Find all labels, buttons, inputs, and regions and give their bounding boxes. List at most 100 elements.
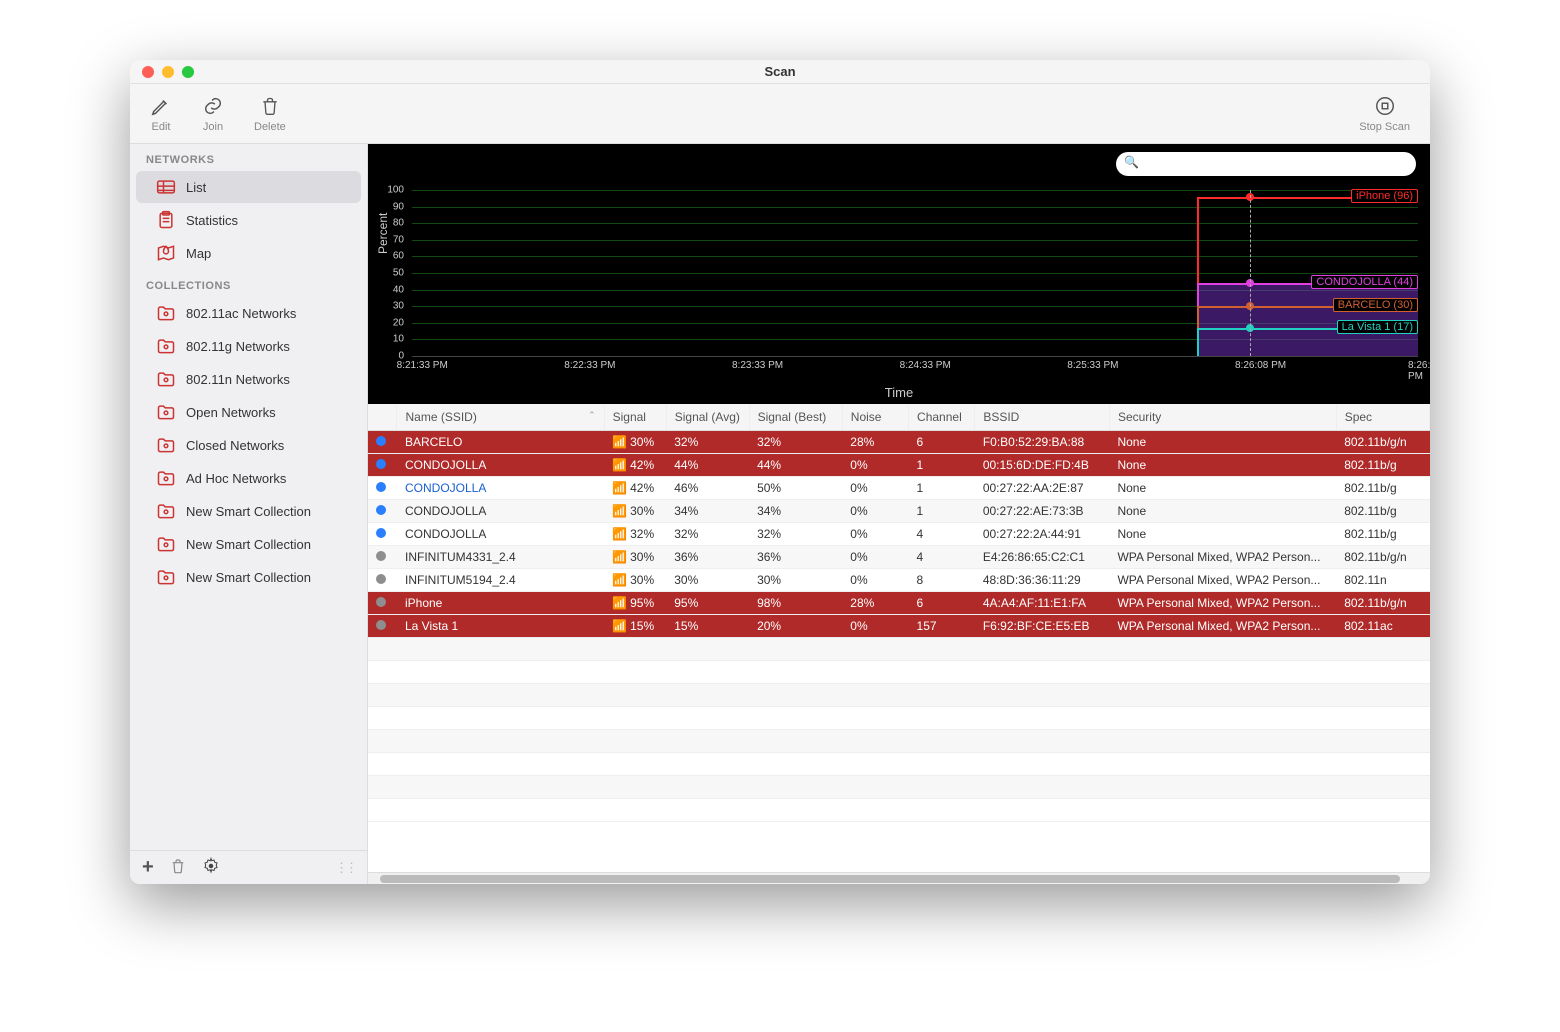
sidebar-item-80211ac[interactable]: 802.11ac Networks <box>136 297 361 329</box>
smart-folder-icon <box>156 435 176 455</box>
sidebar-item-closed-networks[interactable]: Closed Networks <box>136 429 361 461</box>
xtick: 8:23:33 PM <box>732 360 783 371</box>
col-noise[interactable]: Noise <box>842 404 908 431</box>
col-spec[interactable]: Spec <box>1336 404 1429 431</box>
table-row[interactable]: CONDOJOLLA📶42%46%50%0%100:27:22:AA:2E:87… <box>368 477 1430 500</box>
sidebar-item-80211n[interactable]: 802.11n Networks <box>136 363 361 395</box>
status-dot-icon <box>376 482 386 492</box>
window-title: Scan <box>130 64 1430 79</box>
chart-cursor <box>1250 190 1251 356</box>
wifi-icon: 📶 <box>612 596 626 610</box>
table-row[interactable]: BARCELO📶30%32%32%28%6F0:B0:52:29:BA:88No… <box>368 431 1430 454</box>
col-security[interactable]: Security <box>1109 404 1336 431</box>
status-dot-icon <box>376 620 386 630</box>
traffic-lights <box>130 66 194 78</box>
table-row-empty <box>368 730 1430 753</box>
smart-folder-icon <box>156 402 176 422</box>
col-signal[interactable]: Signal <box>604 404 666 431</box>
xtick: 8:24:33 PM <box>900 360 951 371</box>
ytick: 70 <box>393 234 404 245</box>
sidebar-item-80211g[interactable]: 802.11g Networks <box>136 330 361 362</box>
sidebar-item-smart-collection-2[interactable]: New Smart Collection <box>136 528 361 560</box>
maximize-window-button[interactable] <box>182 66 194 78</box>
horizontal-scrollbar[interactable] <box>368 872 1430 884</box>
smart-folder-icon <box>156 567 176 587</box>
table-row[interactable]: La Vista 1📶15%15%20%0%157F6:92:BF:CE:E5:… <box>368 615 1430 638</box>
resize-grip-icon[interactable]: ⋮⋮ <box>335 860 355 876</box>
signal-chart[interactable]: Percent 0102030405060708090100 iPhone (9… <box>368 144 1430 404</box>
table-header-row: Name (SSID)⌃ Signal Signal (Avg) Signal … <box>368 404 1430 431</box>
map-icon <box>156 243 176 263</box>
wifi-icon: 📶 <box>612 458 626 472</box>
sidebar-item-statistics[interactable]: Statistics <box>136 204 361 236</box>
toolbar: Edit Join Delete Stop Scan <box>130 84 1430 144</box>
col-name[interactable]: Name (SSID)⌃ <box>397 404 604 431</box>
series-label: iPhone (96) <box>1351 189 1418 203</box>
status-dot-icon <box>376 505 386 515</box>
titlebar: Scan <box>130 60 1430 84</box>
settings-button[interactable] <box>202 857 220 878</box>
table-row-empty <box>368 776 1430 799</box>
join-button[interactable]: Join <box>202 95 224 133</box>
sort-asc-icon: ⌃ <box>588 410 596 421</box>
table-row[interactable]: CONDOJOLLA📶30%34%34%0%100:27:22:AE:73:3B… <box>368 500 1430 523</box>
table-row[interactable]: INFINITUM4331_2.4📶30%36%36%0%4E4:26:86:6… <box>368 546 1430 569</box>
col-signal-avg[interactable]: Signal (Avg) <box>666 404 749 431</box>
close-window-button[interactable] <box>142 66 154 78</box>
ytick: 50 <box>393 268 404 279</box>
smart-folder-icon <box>156 468 176 488</box>
list-icon <box>156 177 176 197</box>
footer-trash-button[interactable] <box>170 857 186 878</box>
sidebar-item-list[interactable]: List <box>136 171 361 203</box>
sidebar-item-open-networks[interactable]: Open Networks <box>136 396 361 428</box>
wifi-icon: 📶 <box>612 527 626 541</box>
delete-button[interactable]: Delete <box>254 95 286 133</box>
status-dot-icon <box>376 551 386 561</box>
app-window: Scan Edit Join Delete Stop Scan <box>130 60 1430 884</box>
col-status[interactable] <box>368 404 397 431</box>
smart-folder-icon <box>156 336 176 356</box>
ytick: 90 <box>393 201 404 212</box>
table-row[interactable]: INFINITUM5194_2.4📶30%30%30%0%848:8D:36:3… <box>368 569 1430 592</box>
wifi-icon: 📶 <box>612 550 626 564</box>
sidebar-section-networks: NETWORKS <box>130 144 367 170</box>
table-row[interactable]: CONDOJOLLA📶32%32%32%0%400:27:22:2A:44:91… <box>368 523 1430 546</box>
minimize-window-button[interactable] <box>162 66 174 78</box>
stop-scan-button[interactable]: Stop Scan <box>1359 95 1410 133</box>
smart-folder-icon <box>156 303 176 323</box>
status-dot-icon <box>376 459 386 469</box>
link-icon <box>202 95 224 117</box>
pencil-icon <box>150 95 172 117</box>
table-row-empty <box>368 707 1430 730</box>
series-label: CONDOJOLLA (44) <box>1311 275 1418 289</box>
ytick: 30 <box>393 301 404 312</box>
table-row-empty <box>368 799 1430 822</box>
wifi-icon: 📶 <box>612 481 626 495</box>
wifi-icon: 📶 <box>612 504 626 518</box>
xtick: 8:22:33 PM <box>564 360 615 371</box>
sidebar-item-adhoc-networks[interactable]: Ad Hoc Networks <box>136 462 361 494</box>
networks-table[interactable]: Name (SSID)⌃ Signal Signal (Avg) Signal … <box>368 404 1430 872</box>
table-row-empty <box>368 661 1430 684</box>
table-row[interactable]: CONDOJOLLA📶42%44%44%0%100:15:6D:DE:FD:4B… <box>368 454 1430 477</box>
table-row-empty <box>368 638 1430 661</box>
sidebar-item-map[interactable]: Map <box>136 237 361 269</box>
add-button[interactable]: + <box>142 856 154 879</box>
sidebar-item-smart-collection-3[interactable]: New Smart Collection <box>136 561 361 593</box>
status-dot-icon <box>376 574 386 584</box>
xtick: 8:21:33 PM <box>397 360 448 371</box>
ytick: 40 <box>393 284 404 295</box>
table-row[interactable]: iPhone📶95%95%98%28%64A:A4:AF:11:E1:FAWPA… <box>368 592 1430 615</box>
smart-folder-icon <box>156 501 176 521</box>
sidebar: NETWORKS List Statistics <box>130 144 368 884</box>
col-bssid[interactable]: BSSID <box>975 404 1110 431</box>
edit-button[interactable]: Edit <box>150 95 172 133</box>
status-dot-icon <box>376 597 386 607</box>
chart-xlabel: Time <box>368 385 1430 400</box>
col-channel[interactable]: Channel <box>909 404 975 431</box>
sidebar-item-smart-collection-1[interactable]: New Smart Collection <box>136 495 361 527</box>
search-input[interactable] <box>1116 152 1416 176</box>
col-signal-best[interactable]: Signal (Best) <box>749 404 842 431</box>
sidebar-footer: + ⋮⋮ <box>130 850 367 884</box>
trash-icon <box>259 95 281 117</box>
